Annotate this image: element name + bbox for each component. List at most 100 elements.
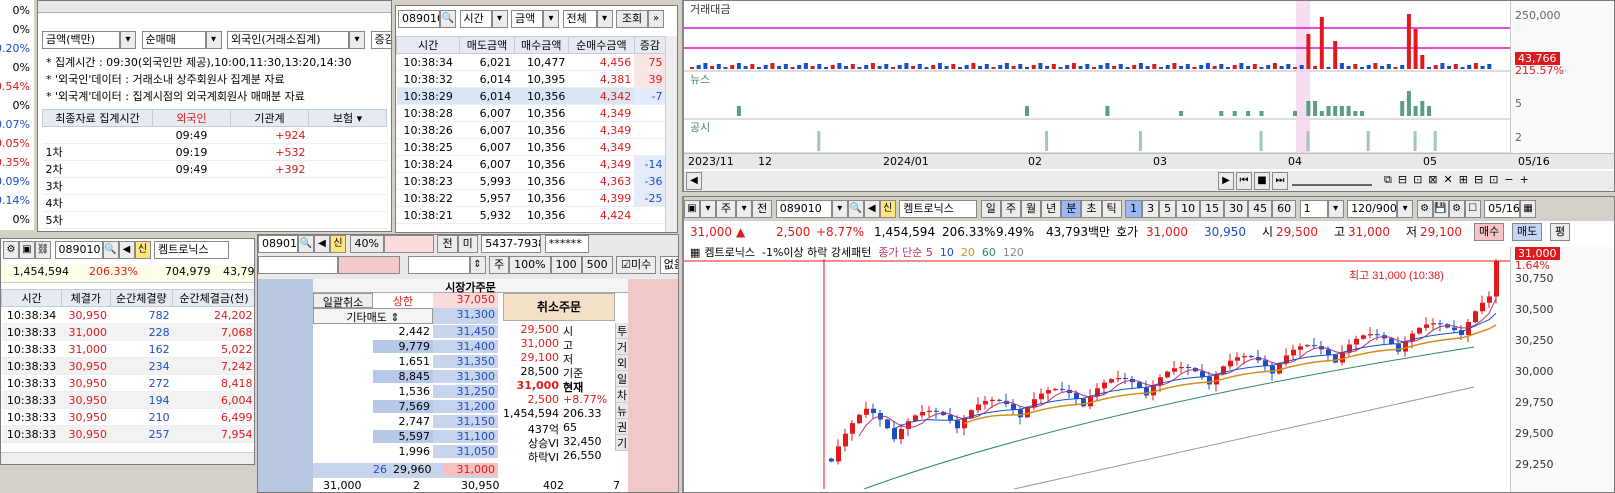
sell-button[interactable]: 매도 xyxy=(1512,223,1543,241)
gear-icon[interactable]: ⚙ xyxy=(3,241,19,259)
scrollbar[interactable] xyxy=(665,36,677,232)
chevron-down-icon[interactable]: ▾ xyxy=(700,200,716,218)
table-row[interactable]: 10:38:33 30,950 234 7,242 xyxy=(1,357,254,375)
code-input[interactable]: 089010 xyxy=(775,200,832,218)
qty-100-button[interactable]: 100 xyxy=(550,256,582,274)
avg-button[interactable]: 평 xyxy=(1550,223,1571,241)
table-row[interactable]: 10:38:28 6,007 10,356 4,349 xyxy=(396,104,666,122)
margin-checkbox[interactable]: ☑미수 xyxy=(616,256,657,274)
minute-4[interactable]: 15 xyxy=(1200,200,1225,218)
buy-button[interactable]: 매수 xyxy=(1474,223,1505,241)
minute-6[interactable]: 45 xyxy=(1248,200,1273,218)
side-tab-3[interactable]: 일 xyxy=(616,371,628,387)
table-row[interactable]: 10:38:26 6,007 10,356 4,349 xyxy=(396,121,666,139)
table-row[interactable]: 10:38:33 30,950 272 8,418 xyxy=(1,374,254,392)
period-3[interactable]: 년 xyxy=(1041,200,1062,218)
type-dropdown-icon[interactable]: ▾ xyxy=(205,31,222,49)
table-row[interactable]: 1차 09:19 +532 xyxy=(42,143,387,161)
password-input[interactable]: ****** xyxy=(544,235,589,253)
market-button[interactable]: 전 xyxy=(752,200,773,218)
zoom-slider[interactable] xyxy=(1292,174,1372,186)
query-button[interactable]: 조회 xyxy=(616,10,648,28)
side-tab-0[interactable]: 투 xyxy=(616,323,628,339)
search-icon[interactable]: 🔍 xyxy=(847,200,864,218)
table-row[interactable]: 10:38:33 30,950 257 7,954 xyxy=(1,425,254,443)
table-row[interactable]: 09:49 +924 xyxy=(42,126,387,144)
speaker-icon[interactable]: ◀ xyxy=(314,235,330,253)
table-row[interactable]: 10:38:33 30,950 210 6,499 xyxy=(1,408,254,426)
search-icon[interactable]: 🔍 xyxy=(102,241,119,259)
gear-icon[interactable]: ⚙ xyxy=(1448,200,1465,218)
table-row[interactable]: 3차 xyxy=(42,177,387,195)
side-tab-4[interactable]: 차 xyxy=(616,387,628,403)
ask-row[interactable]: 2,442 31,450 xyxy=(313,325,498,340)
side-tab-5[interactable]: 뉴 xyxy=(616,403,628,419)
table-row[interactable]: 10:38:29 6,014 10,356 4,342 -7 xyxy=(396,87,666,105)
qty-input[interactable] xyxy=(407,256,470,274)
chart-tools-icon[interactable]: ⧉⊟⊡⊠✕⊞⊟⊡−+ xyxy=(1384,173,1535,187)
chevron-down-icon[interactable]: ▾ xyxy=(1327,200,1344,218)
side-tab-7[interactable]: 기 xyxy=(616,435,628,451)
lock-icon[interactable]: ▣ xyxy=(19,241,35,259)
minute-0[interactable]: 1 xyxy=(1125,200,1143,218)
table-row[interactable]: 10:38:32 6,014 10,395 4,381 39 xyxy=(396,70,666,88)
side-tab-6[interactable]: 권 xyxy=(616,419,628,435)
ask-row[interactable]: 1,996 31,050 xyxy=(313,445,498,460)
search-icon[interactable]: 🔍 xyxy=(298,235,314,253)
period-5[interactable]: 초 xyxy=(1081,200,1102,218)
table-row[interactable]: 10:38:33 31,000 162 5,022 xyxy=(1,340,254,358)
type-select[interactable]: 순매매 xyxy=(141,31,206,49)
table-row[interactable]: 10:38:24 6,007 10,356 4,349 -14 xyxy=(396,155,666,173)
qty-unit-button[interactable]: 주 xyxy=(489,256,510,274)
forward-icon[interactable]: ⏭ xyxy=(1272,172,1288,190)
price-input[interactable] xyxy=(258,256,338,274)
table-row[interactable]: 10:38:33 30,950 194 6,004 xyxy=(1,391,254,409)
side-tab-1[interactable]: 거 xyxy=(616,339,628,355)
chevron-down-icon[interactable]: ▾ xyxy=(1397,200,1414,218)
table-row[interactable]: 10:38:34 30,950 782 24,202 xyxy=(1,306,254,324)
code-input[interactable]: 089010 xyxy=(398,10,440,28)
speaker-icon[interactable]: ◀ xyxy=(118,241,135,259)
scroll-right-icon[interactable]: ▶ xyxy=(1218,172,1234,190)
table-row[interactable]: 5차 xyxy=(42,211,387,229)
settings-icon[interactable]: ⚙ xyxy=(1416,200,1433,218)
period-2[interactable]: 월 xyxy=(1021,200,1042,218)
table-row[interactable]: 10:38:23 5,993 10,356 4,363 -36 xyxy=(396,172,666,190)
ask-row[interactable]: 2,747 31,150 xyxy=(313,415,498,430)
chevron-down-icon[interactable]: ▾ xyxy=(831,200,848,218)
scroll-left-icon[interactable]: ◀ xyxy=(686,172,702,190)
cancel-all-button[interactable]: 일괄취소 xyxy=(313,293,373,309)
side-tab-2[interactable]: 외 xyxy=(616,355,628,371)
ask-row[interactable]: 1,651 31,350 xyxy=(313,355,498,370)
stepper-icon[interactable]: ⇕ xyxy=(469,256,486,274)
minute-5[interactable]: 30 xyxy=(1224,200,1249,218)
time-select[interactable]: 시간 xyxy=(459,10,492,28)
table-row[interactable]: 10:38:22 5,957 10,356 4,399 -25 xyxy=(396,189,666,207)
cancel-order-button[interactable]: 취소주문 xyxy=(503,293,615,321)
chart-scroll-toolbar[interactable]: ◀ ▶ ⏮ ■ ⏭ ⧉⊟⊡⊠✕⊞⊟⊡−+ xyxy=(684,171,1614,191)
table-row[interactable]: 2차 09:49 +392 xyxy=(42,160,387,178)
condition-select[interactable]: 없음 xyxy=(659,256,678,274)
count-input[interactable]: 120/900 xyxy=(1347,200,1398,218)
unit-dropdown-icon[interactable]: ▾ xyxy=(120,31,136,49)
code-input[interactable]: 089010 xyxy=(258,235,298,253)
rewind-icon[interactable]: ⏮ xyxy=(1236,172,1252,190)
ask-row[interactable]: 7,569 31,200 xyxy=(313,400,498,415)
amount-select[interactable]: 금액 xyxy=(511,10,543,28)
minute-1[interactable]: 3 xyxy=(1142,200,1160,218)
search-icon[interactable]: 🔍 xyxy=(440,10,456,28)
chevron-down-icon[interactable]: ▾ xyxy=(543,10,559,28)
period-0[interactable]: 일 xyxy=(980,200,1001,218)
table-row[interactable]: 4차 xyxy=(42,194,387,212)
period-6[interactable]: 틱 xyxy=(1101,200,1122,218)
source-select[interactable]: 외국인(거래소집계) xyxy=(227,31,349,49)
qty-500-button[interactable]: 500 xyxy=(581,256,613,274)
ask-row[interactable]: 1,536 31,250 xyxy=(313,385,498,400)
link-icon[interactable]: ⛓ xyxy=(35,241,51,259)
table-row[interactable]: 10:38:34 6,021 10,477 4,456 75 xyxy=(396,53,666,71)
table-row[interactable]: 10:38:33 31,000 228 7,068 xyxy=(1,323,254,341)
unit-select[interactable]: 금액(백만) xyxy=(42,31,120,49)
minute-3[interactable]: 10 xyxy=(1176,200,1201,218)
table-row[interactable]: 10:38:25 6,007 10,356 4,349 xyxy=(396,138,666,156)
calendar-icon[interactable]: ▦ xyxy=(1520,200,1537,218)
